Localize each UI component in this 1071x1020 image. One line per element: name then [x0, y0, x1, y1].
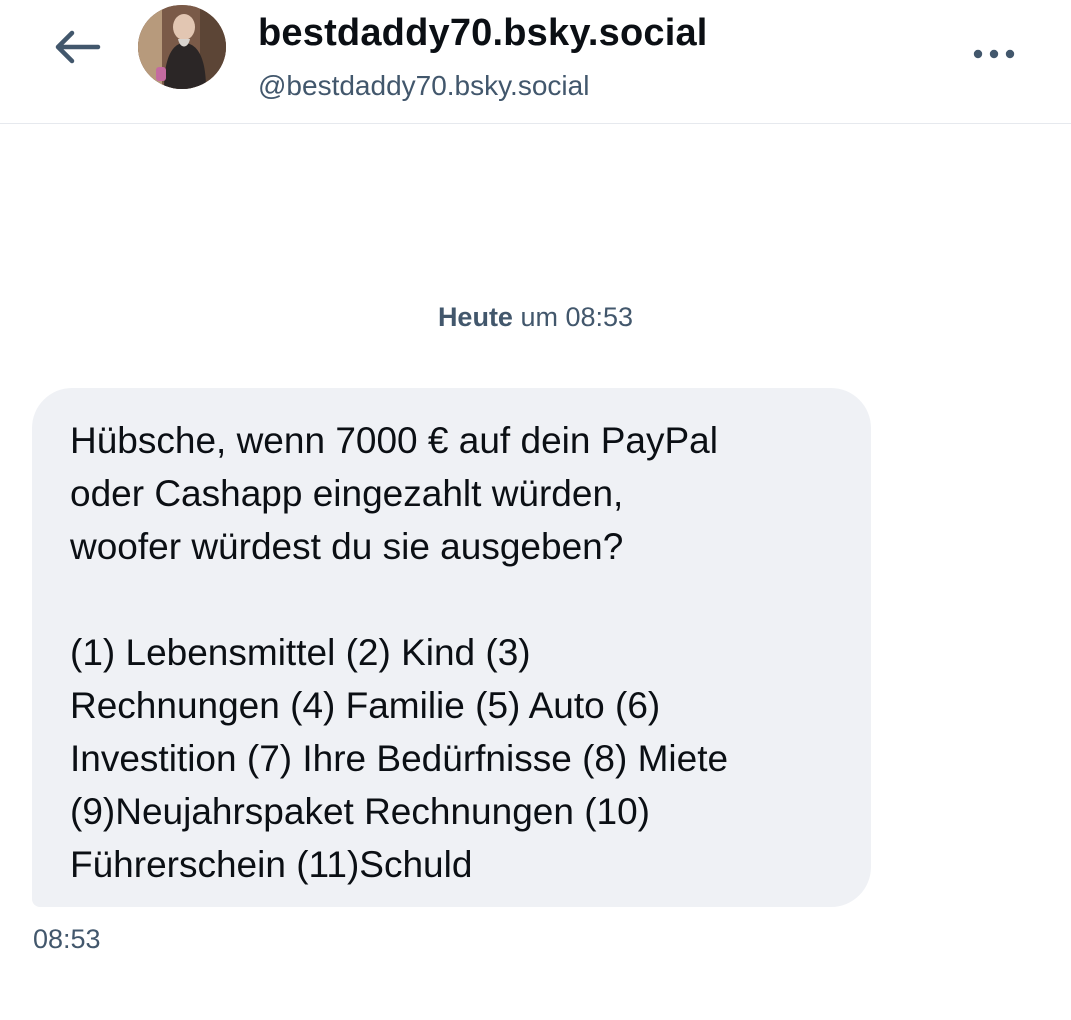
message-line: Hübsche, wenn 7000 € auf dein PayPal [70, 420, 718, 461]
message-line: oder Cashapp eingezahlt würden, [70, 473, 624, 514]
user-handle[interactable]: @bestdaddy70.bsky.social [258, 70, 589, 102]
date-separator: Heute um 08:53 [0, 302, 1071, 333]
avatar[interactable] [138, 5, 226, 89]
more-options-button[interactable] [962, 34, 1026, 74]
message-bubble[interactable]: Hübsche, wenn 7000 € auf dein PayPal ode… [32, 388, 871, 907]
display-name[interactable]: bestdaddy70.bsky.social [258, 12, 708, 55]
message-line: Rechnungen (4) Familie (5) Auto (6) [70, 685, 661, 726]
message-line: (1) Lebensmittel (2) Kind (3) [70, 632, 531, 673]
avatar-image [138, 5, 226, 89]
date-separator-time: um 08:53 [520, 302, 634, 332]
message-line: Investition (7) Ihre Bedürfnisse (8) Mie… [70, 738, 729, 779]
back-button[interactable] [44, 22, 108, 72]
more-horizontal-icon [973, 49, 1015, 59]
arrow-left-icon [55, 30, 101, 64]
date-separator-day: Heute [437, 302, 513, 332]
message-line: woofer würdest du sie ausgeben? [70, 526, 624, 567]
message-line: Führerschein (11)Schuld [70, 844, 473, 885]
message-timestamp: 08:53 [33, 924, 101, 954]
message-line: (9)Neujahrspaket Rechnungen (10) [70, 791, 651, 832]
conversation-header: bestdaddy70.bsky.social @bestdaddy70.bsk… [0, 0, 1071, 124]
